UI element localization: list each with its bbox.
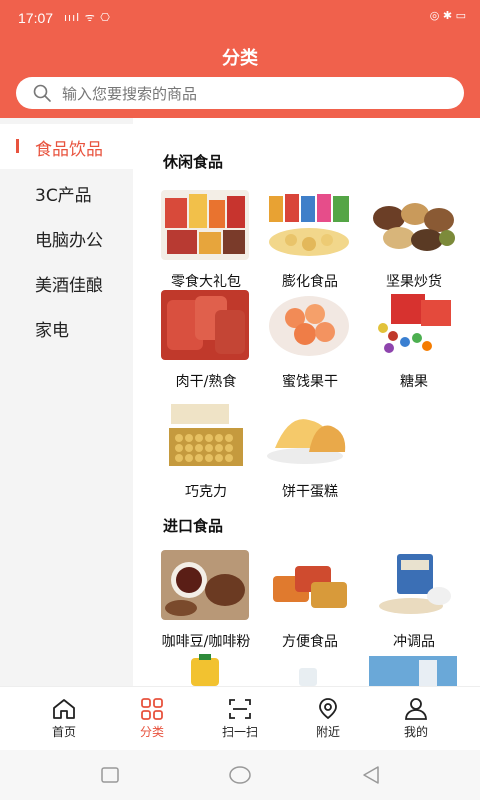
recent-apps-icon[interactable]	[100, 766, 120, 784]
category-tile-cake[interactable]: 饼干蛋糕	[257, 400, 357, 500]
jerky-image	[161, 290, 249, 360]
section-title: 进口食品	[163, 517, 224, 535]
tile-label: 坚果炒货	[386, 274, 442, 290]
coffee-image	[161, 550, 249, 620]
tab-label: 附近	[315, 725, 340, 739]
sidebar-item-food-drinks[interactable]: 食品饮品	[0, 124, 133, 169]
tile-label: 饼干蛋糕	[282, 484, 338, 500]
sidebar-item-label: 家电	[35, 321, 69, 341]
sidebar-item-3c[interactable]: 3C产品	[0, 170, 133, 215]
category-tile-chocolate[interactable]: 巧克力	[153, 400, 253, 500]
sidebar-item-computer-office[interactable]: 电脑办公	[0, 215, 133, 260]
bottom-tab-bar: 首页 分类 扫一扫 附近 我的	[0, 686, 480, 750]
tile-label: 蜜饯果干	[282, 374, 338, 390]
section-title: 休闲食品	[163, 153, 224, 171]
tab-nearby[interactable]: 附近	[280, 693, 376, 747]
home-nav-icon[interactable]	[228, 765, 252, 785]
category-tile-instant[interactable]: 方便食品	[257, 550, 357, 650]
signal-icon: ıııl ᯤ ⎔	[64, 11, 111, 24]
tile-label: 肉干/熟食	[175, 374, 237, 390]
category-tile-puffed[interactable]: 膨化食品	[257, 190, 357, 290]
water-image	[299, 668, 317, 686]
oil-image	[191, 654, 219, 686]
tab-label: 扫一扫	[221, 725, 258, 739]
oatmeal-image	[369, 550, 457, 620]
tile-label: 巧克力	[185, 484, 227, 500]
sidebar-item-label: 食品饮品	[35, 140, 103, 160]
milk-image	[369, 656, 457, 686]
active-indicator	[16, 139, 19, 153]
sidebar-item-appliances[interactable]: 家电	[0, 305, 133, 350]
scan-icon	[229, 699, 251, 719]
tile-label: 冲调品	[393, 634, 435, 650]
tile-label: 膨化食品	[282, 274, 338, 290]
search-input[interactable]: 输入您要搜索的商品	[16, 77, 464, 109]
status-bar: 17:07 ıııl ᯤ ⎔ ◎ ✱ ▭	[0, 0, 480, 38]
tab-scan[interactable]: 扫一扫	[192, 693, 288, 747]
tab-label: 分类	[139, 725, 164, 739]
category-content: 休闲食品 零食大礼包 膨化食品 坚果炒货 肉干/熟食 蜜饯果干 糖果 巧克力 饼…	[133, 118, 480, 686]
header: 17:07 ıııl ᯤ ⎔ ◎ ✱ ▭ 分类 输入您要搜索的商品	[0, 0, 480, 118]
category-tile-drink-mix[interactable]: 冲调品	[361, 550, 461, 650]
category-tile-dried-fruit[interactable]: 蜜饯果干	[257, 290, 357, 390]
sidebar-item-label: 美酒佳酿	[35, 276, 103, 296]
category-tile-candy[interactable]: 糖果	[361, 290, 461, 390]
category-icon	[141, 698, 163, 720]
category-tile-nuts[interactable]: 坚果炒货	[361, 190, 461, 290]
category-sidebar: 食品饮品 3C产品 电脑办公 美酒佳酿 家电	[0, 118, 133, 686]
candy-image	[369, 290, 457, 360]
category-tile-snack-pack[interactable]: 零食大礼包	[153, 190, 253, 290]
dried-fruit-image	[265, 290, 353, 360]
search-placeholder: 输入您要搜索的商品	[62, 85, 198, 103]
tile-label: 零食大礼包	[171, 274, 241, 290]
cake-image	[265, 400, 353, 470]
screen: 17:07 ıııl ᯤ ⎔ ◎ ✱ ▭ 分类 输入您要搜索的商品 食品饮品 3…	[0, 0, 480, 800]
tab-home[interactable]: 首页	[16, 693, 112, 747]
tab-label: 首页	[51, 725, 76, 739]
tab-category[interactable]: 分类	[104, 693, 200, 747]
tab-mine[interactable]: 我的	[368, 693, 464, 747]
category-tile-jerky[interactable]: 肉干/熟食	[153, 290, 253, 390]
back-nav-icon[interactable]	[360, 765, 382, 785]
sidebar-item-label: 3C产品	[35, 186, 92, 206]
search-icon	[33, 84, 51, 102]
sidebar-item-wine[interactable]: 美酒佳酿	[0, 260, 133, 305]
tile-label: 方便食品	[282, 634, 338, 650]
tile-label: 糖果	[400, 374, 428, 390]
location-icon	[319, 698, 337, 720]
page-title: 分类	[222, 48, 258, 69]
home-icon	[53, 699, 75, 719]
user-icon	[405, 698, 427, 720]
nuts-image	[369, 190, 457, 260]
instant-food-image	[265, 550, 353, 620]
chocolate-image	[161, 400, 249, 470]
status-time: 17:07	[18, 10, 54, 26]
status-icons: ◎ ✱ ▭	[429, 9, 466, 22]
tile-label: 咖啡豆/咖啡粉	[161, 634, 251, 650]
snack-gift-pack-image	[161, 190, 249, 260]
puffed-food-image	[265, 190, 353, 260]
sidebar-item-label: 电脑办公	[35, 231, 103, 251]
tab-label: 我的	[403, 725, 428, 739]
category-tile-coffee[interactable]: 咖啡豆/咖啡粉	[153, 550, 253, 650]
system-nav-bar	[0, 750, 480, 800]
